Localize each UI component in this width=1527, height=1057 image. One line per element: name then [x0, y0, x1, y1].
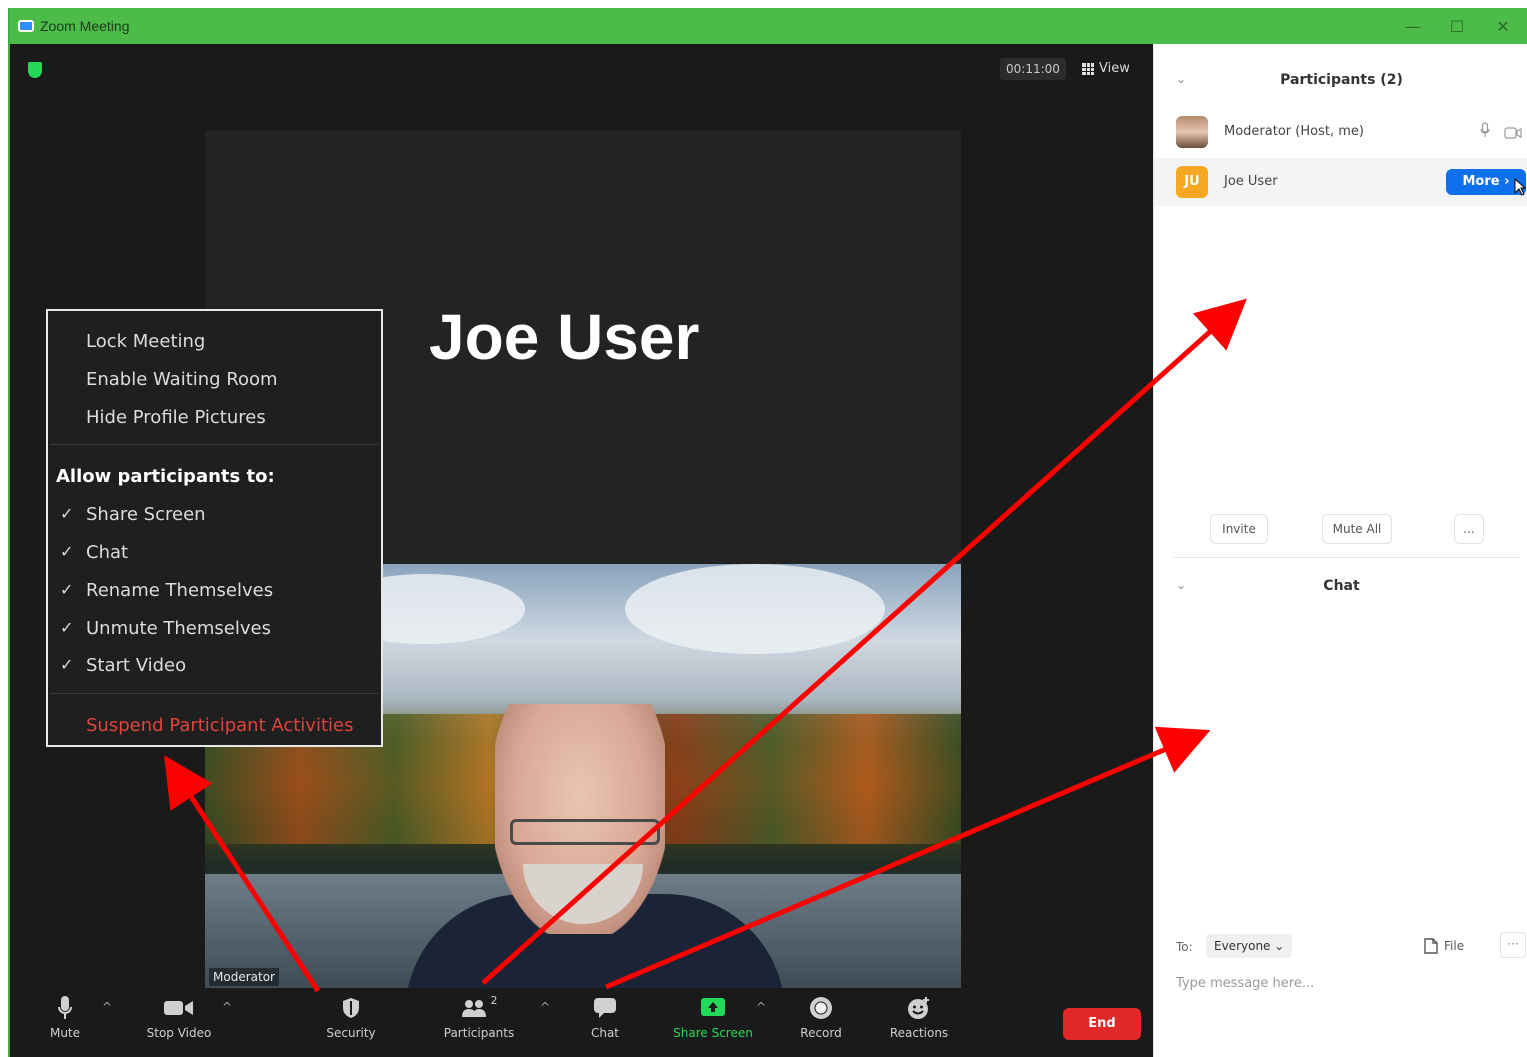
maximize-button[interactable]: ☐: [1434, 8, 1480, 44]
participants-title: Participants (2): [1280, 72, 1403, 88]
allow-participants-header: Allow participants to:: [56, 466, 275, 487]
share-screen-icon: [700, 994, 726, 1022]
stop-video-label: Stop Video: [146, 1026, 212, 1040]
side-panel: ⌄ Participants (2) Moderator (Host, me) …: [1153, 44, 1527, 1057]
reactions-label: Reactions: [889, 1026, 949, 1040]
participant-avatar: JU: [1176, 166, 1208, 198]
chat-label: Chat: [590, 1026, 620, 1040]
mute-all-button[interactable]: Mute All: [1322, 514, 1392, 544]
allow-rename-item[interactable]: Rename Themselves: [86, 580, 273, 601]
participant-row[interactable]: JU Joe User More ›: [1154, 158, 1527, 206]
check-icon: ✓: [60, 542, 74, 561]
encryption-shield-icon[interactable]: [28, 62, 42, 78]
share-screen-button[interactable]: Share Screen: [668, 994, 758, 1040]
participants-label: Participants: [443, 1026, 515, 1040]
share-options-caret[interactable]: ^: [756, 1000, 766, 1014]
chat-bubble-icon: [593, 994, 617, 1022]
meeting-timer: 00:11:00: [1000, 58, 1066, 80]
zoom-app-icon: [18, 20, 34, 32]
chat-button[interactable]: Chat: [560, 994, 650, 1040]
view-label: View: [1099, 61, 1130, 76]
participants-header: ⌄ Participants (2): [1154, 64, 1527, 100]
video-options-caret[interactable]: ^: [222, 1000, 232, 1014]
invite-button[interactable]: Invite: [1210, 514, 1268, 544]
window-title: Zoom Meeting: [40, 18, 130, 34]
menu-divider: [50, 693, 379, 694]
chat-title: Chat: [1323, 578, 1360, 594]
share-screen-label: Share Screen: [673, 1026, 753, 1040]
participant-row[interactable]: Moderator (Host, me): [1154, 108, 1527, 156]
chat-message-input[interactable]: [1176, 968, 1516, 998]
video-camera-icon[interactable]: [1504, 124, 1522, 143]
participants-count: 2: [490, 994, 498, 1007]
cloud-shape: [625, 564, 885, 654]
check-icon: ✓: [60, 504, 74, 523]
security-button[interactable]: Security: [306, 994, 396, 1040]
chat-header: ⌄ Chat: [1154, 570, 1527, 606]
mouse-cursor-icon: [1514, 178, 1526, 196]
allow-chat-item[interactable]: Chat: [86, 542, 128, 563]
security-menu: Lock Meeting Enable Waiting Room Hide Pr…: [46, 309, 383, 747]
meeting-toolbar: Mute ^ Stop Video ^ Security 2 Participa…: [10, 988, 1153, 1057]
lock-meeting-item[interactable]: Lock Meeting: [86, 331, 205, 352]
chat-recipient-select[interactable]: Everyone ⌄: [1206, 934, 1293, 958]
allow-start-video-item[interactable]: Start Video: [86, 655, 186, 676]
shield-icon: [342, 994, 360, 1022]
check-icon: ✓: [60, 655, 74, 674]
participant-avatar: [1176, 116, 1208, 148]
video-camera-icon: [164, 994, 194, 1022]
speaker-name: Joe User: [429, 301, 700, 373]
file-label: File: [1444, 939, 1465, 953]
check-icon: ✓: [60, 618, 74, 637]
audio-options-caret[interactable]: ^: [102, 1000, 112, 1014]
participants-button[interactable]: 2 Participants: [434, 994, 524, 1040]
chat-to-label: To:: [1176, 940, 1193, 954]
record-icon: [809, 994, 833, 1022]
reactions-button[interactable]: Reactions: [874, 994, 964, 1040]
microphone-icon[interactable]: [1480, 122, 1490, 142]
stop-video-button[interactable]: Stop Video: [134, 994, 224, 1040]
chat-more-options-button[interactable]: ···: [1500, 932, 1526, 958]
file-icon: [1424, 938, 1438, 954]
view-button[interactable]: View: [1082, 58, 1130, 80]
allow-unmute-item[interactable]: Unmute Themselves: [86, 618, 271, 639]
participant-name: Moderator (Host, me): [1224, 124, 1364, 139]
hide-profile-pictures-item[interactable]: Hide Profile Pictures: [86, 407, 266, 428]
participant-name: Joe User: [1224, 174, 1278, 189]
grid-icon: [1082, 63, 1094, 75]
record-label: Record: [800, 1026, 842, 1040]
meeting-stage: 00:11:00 View Joe User Moderator Lock Me…: [10, 44, 1153, 1057]
participants-icon: 2: [461, 994, 498, 1022]
send-file-button[interactable]: File: [1424, 934, 1464, 958]
title-bar: Zoom Meeting — ☐ ✕: [10, 8, 1527, 44]
suspend-activities-item[interactable]: Suspend Participant Activities: [86, 715, 353, 736]
allow-share-screen-item[interactable]: Share Screen: [86, 504, 206, 525]
self-video-label: Moderator: [209, 968, 279, 986]
enable-waiting-room-item[interactable]: Enable Waiting Room: [86, 369, 278, 390]
record-button[interactable]: Record: [776, 994, 866, 1040]
mute-label: Mute: [49, 1026, 81, 1040]
smiley-icon: [907, 994, 931, 1022]
panel-divider: [1174, 557, 1520, 558]
close-button[interactable]: ✕: [1480, 8, 1526, 44]
participants-options-caret[interactable]: ^: [540, 1000, 550, 1014]
microphone-icon: [57, 994, 73, 1022]
security-label: Security: [326, 1026, 376, 1040]
menu-divider: [50, 444, 379, 445]
mute-button[interactable]: Mute: [20, 994, 110, 1040]
check-icon: ✓: [60, 580, 74, 599]
participants-more-options-button[interactable]: ...: [1454, 514, 1484, 544]
zoom-window: Zoom Meeting — ☐ ✕ 00:11:00 View Joe Use…: [8, 8, 1527, 1057]
minimize-button[interactable]: —: [1390, 8, 1436, 44]
end-meeting-button[interactable]: End: [1063, 1008, 1141, 1040]
person-glasses: [510, 819, 660, 845]
